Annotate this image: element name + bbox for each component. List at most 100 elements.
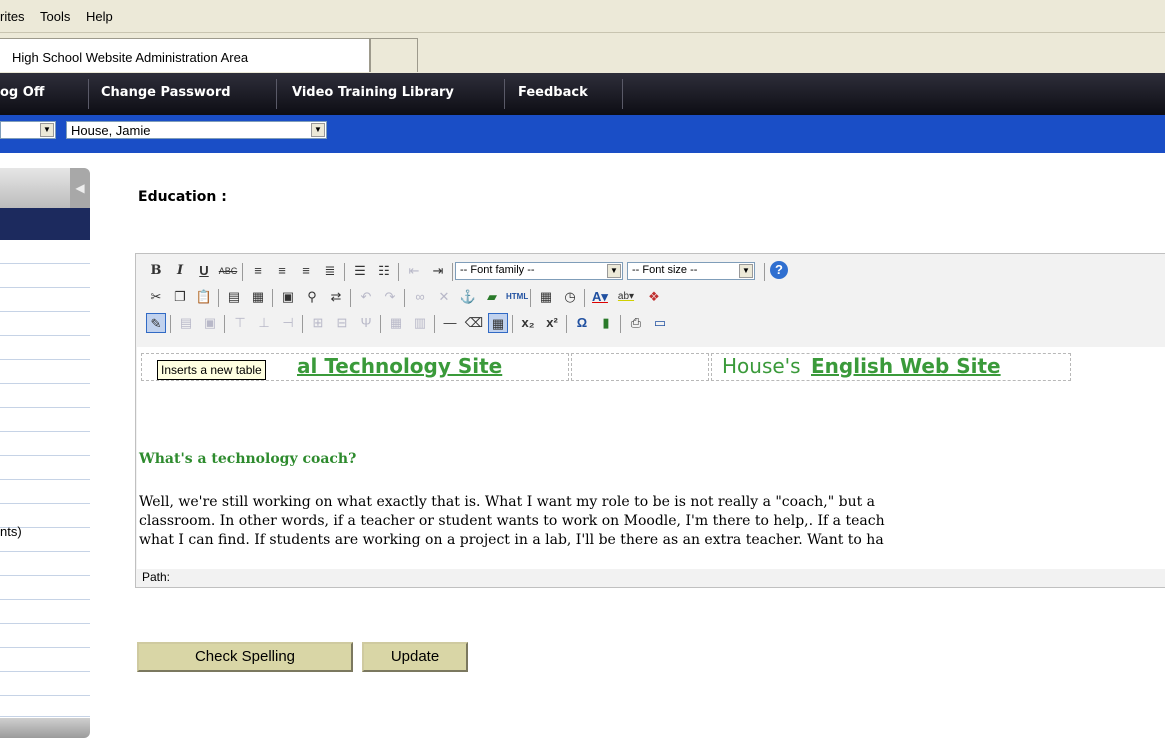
menu-help[interactable]: Help bbox=[86, 9, 113, 24]
numbered-list-icon[interactable]: ☷ bbox=[374, 261, 394, 281]
teacher-select[interactable]: House, Jamie ▼ bbox=[66, 121, 327, 139]
horizontal-rule-icon[interactable]: — bbox=[440, 313, 460, 333]
sidebar-item[interactable] bbox=[0, 624, 90, 648]
copy-icon[interactable]: ❐ bbox=[170, 287, 190, 307]
anchor-icon[interactable]: ⚓ bbox=[458, 287, 478, 307]
sidebar-item[interactable] bbox=[0, 648, 90, 672]
editor-content[interactable]: al Technology Site House's English Web S… bbox=[137, 347, 1165, 569]
paste-text-icon[interactable]: ▤ bbox=[224, 287, 244, 307]
sidebar-item-label: nts) bbox=[0, 524, 22, 539]
sidebar-item[interactable] bbox=[0, 600, 90, 624]
align-right-icon[interactable]: ≡ bbox=[296, 261, 316, 281]
editor-path-label: Path: bbox=[142, 570, 171, 584]
sidebar-item[interactable] bbox=[0, 384, 90, 408]
underline-icon[interactable]: U bbox=[194, 261, 214, 281]
sidebar-item[interactable] bbox=[0, 408, 90, 432]
paste-icon[interactable]: 📋 bbox=[194, 287, 214, 307]
italic-icon[interactable]: I bbox=[170, 261, 190, 281]
subscript-icon[interactable]: x₂ bbox=[518, 313, 538, 333]
special-char-icon[interactable]: Ω bbox=[572, 313, 592, 333]
menu-favorites[interactable]: rites bbox=[0, 9, 25, 24]
align-center-icon[interactable]: ≡ bbox=[272, 261, 292, 281]
sidebar-item[interactable] bbox=[0, 696, 90, 717]
site-nav: og Off Change Password Video Training Li… bbox=[0, 73, 1165, 115]
insert-time-icon[interactable]: ◷ bbox=[560, 287, 580, 307]
sidebar-item[interactable] bbox=[0, 288, 90, 312]
bold-icon[interactable]: B bbox=[146, 261, 166, 281]
chevron-down-icon: ▼ bbox=[40, 123, 54, 137]
find-icon[interactable]: ⚲ bbox=[302, 287, 322, 307]
table-grid-icon[interactable]: ▦ bbox=[386, 313, 406, 333]
unlink-icon[interactable]: ✕ bbox=[434, 287, 454, 307]
update-button[interactable]: Update bbox=[362, 642, 468, 672]
browser-tab-active[interactable]: High School Website Administration Area bbox=[0, 38, 370, 72]
visual-aid-icon[interactable]: ▦ bbox=[488, 313, 508, 333]
sidebar-item[interactable] bbox=[0, 264, 90, 288]
link-icon[interactable]: ∞ bbox=[410, 287, 430, 307]
sidebar-item[interactable] bbox=[0, 240, 90, 264]
merge-cells-icon[interactable]: ⊟ bbox=[332, 313, 352, 333]
eraser-icon[interactable]: ⌫ bbox=[464, 313, 484, 333]
cell-properties-icon[interactable]: ▣ bbox=[200, 313, 220, 333]
redo-icon[interactable]: ↷ bbox=[380, 287, 400, 307]
nav-log-off[interactable]: og Off bbox=[0, 85, 44, 100]
outdent-icon[interactable]: ⇤ bbox=[404, 261, 424, 281]
check-spelling-button[interactable]: Check Spelling bbox=[137, 642, 353, 672]
sidebar-item[interactable] bbox=[0, 336, 90, 360]
insert-column-after-icon[interactable]: ⊣ bbox=[278, 313, 298, 333]
superscript-icon[interactable]: x² bbox=[542, 313, 562, 333]
help-icon[interactable]: ? bbox=[770, 261, 788, 279]
sidebar-item[interactable] bbox=[0, 312, 90, 336]
fullscreen-icon[interactable]: ▭ bbox=[650, 313, 670, 333]
insert-row-before-icon[interactable]: ⊤ bbox=[230, 313, 250, 333]
indent-icon[interactable]: ⇥ bbox=[428, 261, 448, 281]
bullet-list-icon[interactable]: ☰ bbox=[350, 261, 370, 281]
print-icon[interactable]: ⎙ bbox=[626, 313, 646, 333]
image-icon[interactable]: ▰ bbox=[482, 287, 502, 307]
font-family-select[interactable]: -- Font family -- ▼ bbox=[455, 262, 623, 280]
font-size-select[interactable]: -- Font size -- ▼ bbox=[627, 262, 755, 280]
strikethrough-icon[interactable]: ABC bbox=[218, 261, 238, 281]
sidebar-item[interactable] bbox=[0, 576, 90, 600]
sidebar-collapse-icon[interactable]: ◀ bbox=[70, 168, 90, 208]
highlight-color-icon[interactable]: ab▾ bbox=[616, 287, 636, 307]
undo-icon[interactable]: ↶ bbox=[356, 287, 376, 307]
delete-row-icon[interactable]: Ψ bbox=[356, 313, 376, 333]
insert-table-icon[interactable]: ✎ bbox=[146, 313, 166, 333]
insert-date-icon[interactable]: ▦ bbox=[536, 287, 556, 307]
sidebar-item[interactable] bbox=[0, 480, 90, 504]
select-all-icon[interactable]: ▣ bbox=[278, 287, 298, 307]
table-cell[interactable] bbox=[571, 353, 709, 381]
table-cell[interactable]: House's English Web Site bbox=[711, 353, 1071, 381]
nav-change-password[interactable]: Change Password bbox=[101, 85, 231, 100]
paste-word-icon[interactable]: ▦ bbox=[248, 287, 268, 307]
table-cell-text: House's bbox=[722, 354, 801, 378]
school-select[interactable]: ▼ bbox=[0, 121, 56, 139]
table-cell-link[interactable]: English Web Site bbox=[811, 354, 1001, 378]
sidebar-item[interactable] bbox=[0, 456, 90, 480]
replace-icon[interactable]: ⇄ bbox=[326, 287, 346, 307]
row-properties-icon[interactable]: ▤ bbox=[176, 313, 196, 333]
nav-video-training-library[interactable]: Video Training Library bbox=[292, 85, 454, 100]
color-palette-icon[interactable]: ❖ bbox=[644, 287, 664, 307]
text-color-icon[interactable]: A▾ bbox=[590, 287, 610, 307]
sidebar-item[interactable] bbox=[0, 672, 90, 696]
html-icon[interactable]: HTML bbox=[506, 287, 528, 307]
media-icon[interactable]: ▮ bbox=[596, 313, 616, 333]
table-grid2-icon[interactable]: ▥ bbox=[410, 313, 430, 333]
menu-tools[interactable]: Tools bbox=[40, 9, 70, 24]
align-justify-icon[interactable]: ≣ bbox=[320, 261, 340, 281]
cut-icon[interactable]: ✂ bbox=[146, 287, 166, 307]
paragraph-line: what I can find. If students are working… bbox=[139, 532, 884, 548]
table-cell-link[interactable]: al Technology Site bbox=[297, 354, 502, 378]
insert-row-after-icon[interactable]: ⊥ bbox=[254, 313, 274, 333]
align-left-icon[interactable]: ≡ bbox=[248, 261, 268, 281]
sidebar-item[interactable] bbox=[0, 552, 90, 576]
browser-new-tab[interactable] bbox=[370, 38, 418, 72]
nav-feedback[interactable]: Feedback bbox=[518, 85, 588, 100]
split-cells-icon[interactable]: ⊞ bbox=[308, 313, 328, 333]
browser-tab-title: High School Website Administration Area bbox=[12, 50, 249, 65]
sidebar-item[interactable] bbox=[0, 432, 90, 456]
toolbar-row-1: B I U ABC ≡ ≡ ≡ ≣ ☰ ☷ ⇤ ⇥ -- Font family… bbox=[146, 260, 1156, 284]
sidebar-item[interactable] bbox=[0, 360, 90, 384]
